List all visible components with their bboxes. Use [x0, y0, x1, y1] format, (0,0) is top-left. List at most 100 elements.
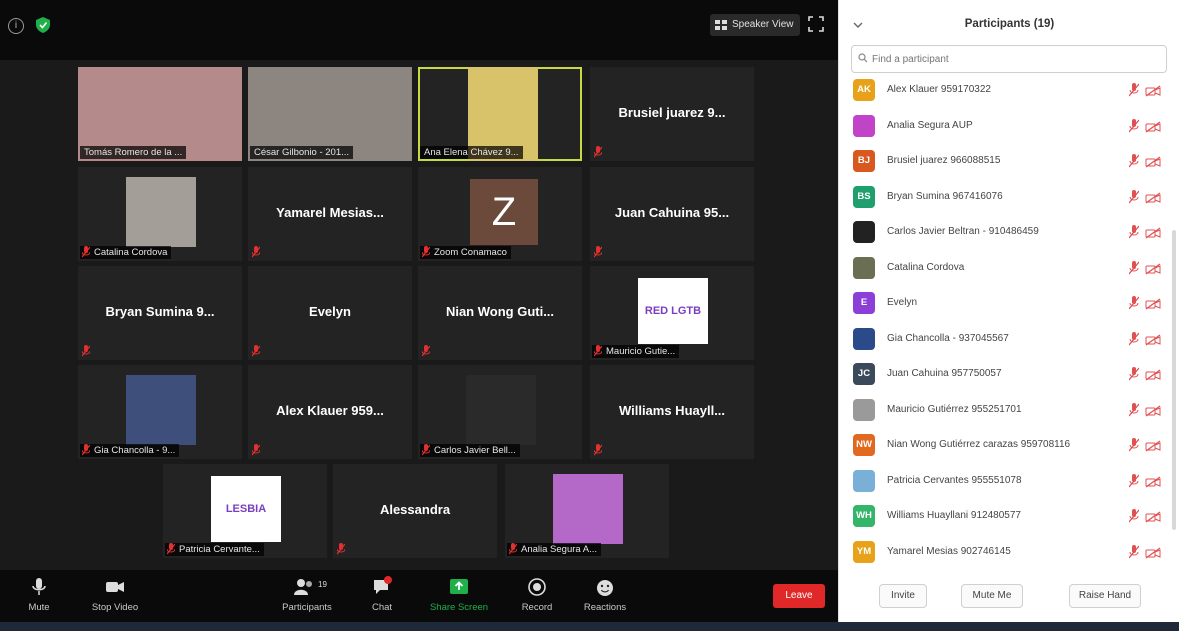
video-off-icon: [1145, 155, 1161, 168]
video-tile[interactable]: Williams Huayll...: [590, 365, 754, 459]
video-tile[interactable]: Juan Cahuina 95...: [590, 167, 754, 261]
video-tile[interactable]: Analia Segura A...: [505, 464, 669, 558]
muted-microphone-icon: [1128, 402, 1140, 417]
shield-icon[interactable]: [36, 17, 50, 33]
participant-row[interactable]: Carlos Javier Beltran - 910486459: [839, 215, 1169, 249]
participants-panel: Participants (19) AK Alex Klauer 95917032…: [838, 0, 1179, 622]
participant-row[interactable]: JC Juan Cahuina 957750057: [839, 357, 1169, 391]
video-off-icon: [1145, 333, 1161, 346]
participant-name: Alex Klauer 959170322: [887, 84, 991, 95]
participants-button[interactable]: 19 Participants: [272, 576, 342, 613]
stop-video-button[interactable]: Stop Video: [80, 576, 150, 613]
speaker-view-label: Speaker View: [732, 19, 794, 30]
search-icon: [858, 53, 868, 63]
speaker-view-button[interactable]: Speaker View: [710, 14, 800, 36]
participant-label: Patricia Cervante...: [165, 543, 264, 556]
participant-name: Brusiel juarez 9...: [618, 105, 726, 120]
participant-search-input[interactable]: [870, 49, 1154, 69]
participant-name: Williams Huayllani 912480577: [887, 510, 1021, 521]
video-tile[interactable]: Z Zoom Conamaco: [418, 167, 582, 261]
muted-microphone-icon: [1128, 296, 1140, 310]
microphone-icon: [32, 578, 46, 595]
participant-label-text: Patricia Cervante...: [179, 544, 260, 555]
participant-avatar: [853, 221, 875, 243]
participant-list-scrollbar[interactable]: [1172, 230, 1176, 530]
participant-row[interactable]: Gia Chancolla - 937045567: [839, 322, 1169, 356]
windows-taskbar: [0, 622, 1179, 631]
video-tile[interactable]: Evelyn: [248, 266, 412, 360]
mute-label: Mute: [28, 602, 50, 613]
chat-icon: [374, 576, 392, 594]
participant-name: Mauricio Gutiérrez 955251701: [887, 403, 1022, 415]
video-off-icon: [1145, 84, 1161, 97]
video-tile[interactable]: Brusiel juarez 9...: [590, 67, 754, 161]
video-tile[interactable]: Ana Elena Chávez 9...: [418, 67, 582, 161]
share-screen-icon: [450, 579, 468, 594]
muted-microphone-icon: [421, 443, 431, 456]
participant-label-text: Zoom Conamaco: [434, 247, 507, 258]
invite-button[interactable]: Invite: [879, 584, 927, 608]
meeting-topbar: i Speaker View: [0, 0, 838, 60]
video-tile[interactable]: RED LGTB Mauricio Gutie...: [590, 266, 754, 360]
participant-avatar: YM: [853, 540, 875, 563]
participant-name: Nian Wong Guti...: [445, 304, 555, 319]
share-screen-button[interactable]: Share Screen: [424, 576, 494, 613]
video-off-icon: [1145, 120, 1161, 133]
video-tile[interactable]: César Gilbonio - 201...: [248, 67, 412, 161]
video-tile[interactable]: Yamarel Mesias...: [248, 167, 412, 261]
participant-name: Yamarel Mesias 902746145: [887, 545, 1011, 557]
participant-row[interactable]: E Evelyn: [839, 286, 1169, 320]
participant-row[interactable]: Catalina Cordova: [839, 251, 1169, 285]
muted-microphone-icon: [593, 344, 603, 357]
video-off-icon: [1145, 404, 1161, 417]
participant-avatar: BJ: [853, 150, 875, 172]
leave-button[interactable]: Leave: [773, 584, 825, 608]
video-tile[interactable]: Alex Klauer 959...: [248, 365, 412, 459]
participant-row[interactable]: YM Yamarel Mesias 902746145: [839, 535, 1169, 569]
participant-label-text: Catalina Cordova: [94, 247, 168, 258]
raise-hand-button[interactable]: Raise Hand: [1069, 584, 1141, 608]
participant-row[interactable]: NW Nian Wong Gutiérrez carazas 959708116: [839, 428, 1169, 462]
participant-avatar: BS: [853, 185, 875, 208]
participant-row[interactable]: BJ Brusiel juarez 966088515: [839, 144, 1169, 178]
video-tile[interactable]: Tomás Romero de la ...: [78, 67, 242, 161]
participant-row[interactable]: Analia Segura AUP: [839, 109, 1169, 143]
participant-label-text: Mauricio Gutie...: [606, 346, 676, 357]
participant-row[interactable]: AK Alex Klauer 959170322: [839, 73, 1169, 107]
chat-button[interactable]: Chat: [347, 576, 417, 613]
participant-row[interactable]: Mauricio Gutiérrez 955251701: [839, 393, 1169, 427]
video-tile[interactable]: Bryan Sumina 9...: [78, 266, 242, 360]
video-camera-icon: [106, 582, 124, 592]
video-off-icon: [1145, 297, 1161, 310]
muted-microphone-icon: [336, 542, 346, 555]
mute-button[interactable]: Mute: [4, 576, 74, 613]
muted-microphone-icon: [1128, 544, 1140, 559]
muted-microphone-icon: [421, 245, 431, 258]
mute-me-button[interactable]: Mute Me: [961, 584, 1023, 608]
stop-video-label: Stop Video: [91, 602, 139, 613]
participant-search[interactable]: [851, 45, 1167, 73]
participant-video: [466, 375, 536, 445]
participant-label: Zoom Conamaco: [420, 246, 511, 259]
participant-row[interactable]: Patricia Cervantes 955551078: [839, 464, 1169, 498]
participant-name: Nian Wong Gutiérrez carazas 959708116: [887, 439, 1071, 450]
participant-row[interactable]: BS Bryan Sumina 967416076: [839, 180, 1169, 214]
fullscreen-icon[interactable]: [808, 16, 824, 32]
video-tile[interactable]: Gia Chancolla - 9...: [78, 365, 242, 459]
participant-logo: RED LGTB: [638, 278, 708, 344]
video-tile[interactable]: Alessandra: [333, 464, 497, 558]
participant-label-text: Gia Chancolla - 9...: [94, 445, 176, 456]
video-tile[interactable]: Carlos Javier Bell...: [418, 365, 582, 459]
record-button[interactable]: Record: [502, 576, 572, 613]
info-icon[interactable]: i: [8, 18, 24, 34]
muted-microphone-icon: [1128, 83, 1140, 97]
muted-microphone-icon: [81, 443, 91, 456]
participant-row[interactable]: WH Williams Huayllani 912480577: [839, 499, 1169, 533]
video-tile[interactable]: LESBIA Patricia Cervante...: [163, 464, 327, 558]
video-tile[interactable]: Nian Wong Guti...: [418, 266, 582, 360]
reactions-button[interactable]: Reactions: [570, 576, 640, 613]
video-tile[interactable]: Catalina Cordova: [78, 167, 242, 261]
participant-name: Brusiel juarez 966088515: [887, 155, 1001, 166]
video-off-icon: [1145, 546, 1161, 559]
video-off-icon: [1145, 191, 1161, 204]
